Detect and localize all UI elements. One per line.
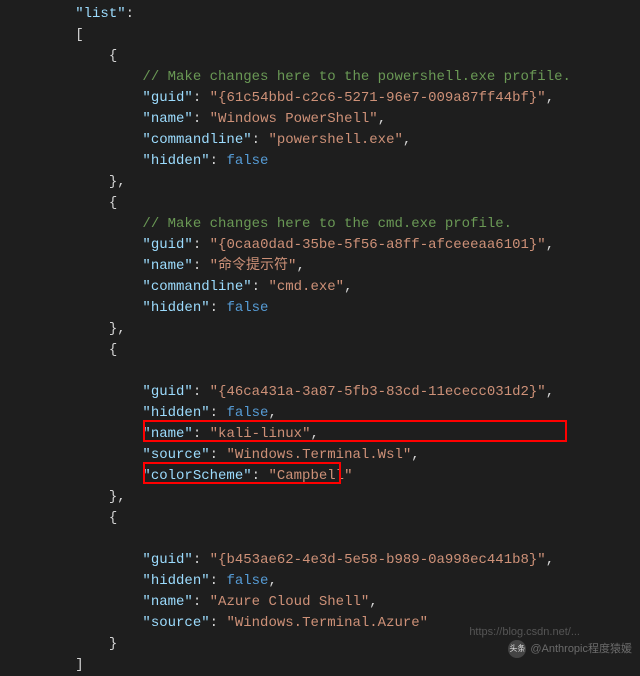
code-line: "guid": "{0caa0dad-35be-5f56-a8ff-afceee… <box>0 235 640 256</box>
code-line: { <box>0 193 640 214</box>
code-line: // Make changes here to the powershell.e… <box>0 67 640 88</box>
code-line: "commandline": "cmd.exe", <box>0 277 640 298</box>
code-line: // Make changes here to the cmd.exe prof… <box>0 214 640 235</box>
code-line: "hidden": false, <box>0 403 640 424</box>
code-line: "name": "命令提示符", <box>0 256 640 277</box>
watermark-badge: @Anthropic程度猿媛 <box>508 640 632 658</box>
code-line: "hidden": false, <box>0 571 640 592</box>
code-line: ] <box>0 655 640 676</box>
code-line: { <box>0 508 640 529</box>
code-line <box>0 361 640 382</box>
code-line: "guid": "{46ca431a-3a87-5fb3-83cd-11ecec… <box>0 382 640 403</box>
code-line: }, <box>0 487 640 508</box>
json-key: "list" <box>75 6 125 22</box>
code-line: "list": <box>0 4 640 25</box>
code-line: "name": "Azure Cloud Shell", <box>0 592 640 613</box>
code-line: "hidden": false <box>0 298 640 319</box>
code-line: { <box>0 46 640 67</box>
code-line: "colorScheme": "Campbell" <box>0 466 640 487</box>
code-editor[interactable]: "list": [ { // Make changes here to the … <box>0 4 640 676</box>
code-line: "name": "kali-linux", <box>0 424 640 445</box>
code-line: "commandline": "powershell.exe", <box>0 130 640 151</box>
code-line <box>0 529 640 550</box>
code-line: "hidden": false <box>0 151 640 172</box>
comment: // Make changes here to the cmd.exe prof… <box>142 216 512 232</box>
watermark-url: https://blog.csdn.net/... <box>469 624 580 641</box>
code-line: "guid": "{61c54bbd-c2c6-5271-96e7-009a87… <box>0 88 640 109</box>
code-line: }, <box>0 319 640 340</box>
code-line: [ <box>0 25 640 46</box>
code-line: "guid": "{b453ae62-4e3d-5e58-b989-0a998e… <box>0 550 640 571</box>
code-line: "source": "Windows.Terminal.Wsl", <box>0 445 640 466</box>
comment: // Make changes here to the powershell.e… <box>142 69 570 85</box>
code-line: { <box>0 340 640 361</box>
code-line: }, <box>0 172 640 193</box>
code-line: "name": "Windows PowerShell", <box>0 109 640 130</box>
